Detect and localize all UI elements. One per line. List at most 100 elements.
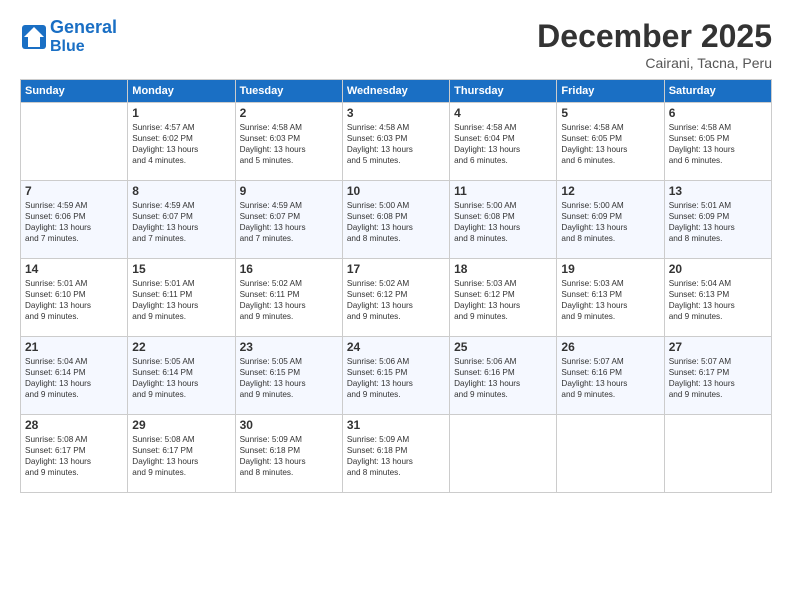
cell-info: Sunrise: 5:03 AM Sunset: 6:13 PM Dayligh…	[561, 278, 659, 322]
cell-info: Sunrise: 5:09 AM Sunset: 6:18 PM Dayligh…	[347, 434, 445, 478]
calendar-cell-week3-day2: 15Sunrise: 5:01 AM Sunset: 6:11 PM Dayli…	[128, 259, 235, 337]
cell-info: Sunrise: 5:06 AM Sunset: 6:15 PM Dayligh…	[347, 356, 445, 400]
calendar-cell-week5-day2: 29 Sunrise: 5:08 AM Sunset: 6:17 PM Dayli…	[128, 415, 235, 493]
day-number: 1	[132, 106, 230, 120]
calendar-cell-week1-day3: 2 Sunrise: 4:58 AM Sunset: 6:03 PM Daylig…	[235, 103, 342, 181]
calendar-cell-week1-day4: 3 Sunrise: 4:58 AM Sunset: 6:03 PM Daylig…	[342, 103, 449, 181]
day-number: 29	[132, 418, 230, 432]
cell-info: Sunrise: 4:58 AM Sunset: 6:05 PM Dayligh…	[669, 122, 767, 166]
cell-info: Sunrise: 5:02 AM Sunset: 6:11 PM Dayligh…	[240, 278, 338, 322]
cell-info: Sunrise: 5:00 AM Sunset: 6:09 PM Dayligh…	[561, 200, 659, 244]
calendar-cell-week4-day2: 22 Sunrise: 5:05 AM Sunset: 6:14 PM Dayli…	[128, 337, 235, 415]
calendar-cell-week3-day1: 14 Sunrise: 5:01 AM Sunset: 6:10 PM Dayli…	[21, 259, 128, 337]
calendar-cell-week1-day2: 1 Sunrise: 4:57 AM Sunset: 6:02 PM Daylig…	[128, 103, 235, 181]
cell-info: Sunrise: 5:01 AM Sunset: 6:10 PM Dayligh…	[25, 278, 123, 322]
day-number: 18	[454, 262, 552, 276]
calendar-cell-week2-day4: 10 Sunrise: 5:00 AM Sunset: 6:08 PM Dayli…	[342, 181, 449, 259]
day-number: 4	[454, 106, 552, 120]
calendar-cell-week4-day7: 27Sunrise: 5:07 AM Sunset: 6:17 PM Dayli…	[664, 337, 771, 415]
day-number: 12	[561, 184, 659, 198]
cell-info: Sunrise: 4:59 AM Sunset: 6:06 PM Dayligh…	[25, 200, 123, 244]
cell-info: Sunrise: 5:06 AM Sunset: 6:16 PM Dayligh…	[454, 356, 552, 400]
day-number: 24	[347, 340, 445, 354]
cell-info: Sunrise: 5:07 AM Sunset: 6:16 PM Dayligh…	[561, 356, 659, 400]
day-number: 8	[132, 184, 230, 198]
cell-info: Sunrise: 5:09 AM Sunset: 6:18 PM Dayligh…	[240, 434, 338, 478]
calendar-cell-week2-day7: 13 Sunrise: 5:01 AM Sunset: 6:09 PM Dayli…	[664, 181, 771, 259]
cell-info: Sunrise: 4:58 AM Sunset: 6:03 PM Dayligh…	[347, 122, 445, 166]
calendar-cell-week2-day1: 7 Sunrise: 4:59 AM Sunset: 6:06 PM Daylig…	[21, 181, 128, 259]
calendar-cell-week2-day5: 11 Sunrise: 5:00 AM Sunset: 6:08 PM Dayli…	[450, 181, 557, 259]
day-number: 31	[347, 418, 445, 432]
week-row-4: 21 Sunrise: 5:04 AM Sunset: 6:14 PM Dayli…	[21, 337, 772, 415]
calendar-cell-week5-day6	[557, 415, 664, 493]
day-number: 14	[25, 262, 123, 276]
day-number: 21	[25, 340, 123, 354]
weekday-header-monday: Monday	[128, 80, 235, 103]
day-number: 23	[240, 340, 338, 354]
calendar-cell-week5-day4: 31 Sunrise: 5:09 AM Sunset: 6:18 PM Dayli…	[342, 415, 449, 493]
day-number: 5	[561, 106, 659, 120]
calendar-cell-week3-day6: 19Sunrise: 5:03 AM Sunset: 6:13 PM Dayli…	[557, 259, 664, 337]
cell-info: Sunrise: 5:03 AM Sunset: 6:12 PM Dayligh…	[454, 278, 552, 322]
cell-info: Sunrise: 4:58 AM Sunset: 6:04 PM Dayligh…	[454, 122, 552, 166]
cell-info: Sunrise: 5:04 AM Sunset: 6:14 PM Dayligh…	[25, 356, 123, 400]
title-block: December 2025 Cairani, Tacna, Peru	[537, 18, 772, 71]
day-number: 15	[132, 262, 230, 276]
day-number: 2	[240, 106, 338, 120]
logo-text: General Blue	[50, 18, 117, 55]
day-number: 16	[240, 262, 338, 276]
calendar: SundayMondayTuesdayWednesdayThursdayFrid…	[20, 79, 772, 493]
day-number: 3	[347, 106, 445, 120]
cell-info: Sunrise: 4:58 AM Sunset: 6:03 PM Dayligh…	[240, 122, 338, 166]
week-row-2: 7 Sunrise: 4:59 AM Sunset: 6:06 PM Daylig…	[21, 181, 772, 259]
day-number: 27	[669, 340, 767, 354]
calendar-cell-week1-day7: 6Sunrise: 4:58 AM Sunset: 6:05 PM Daylig…	[664, 103, 771, 181]
calendar-cell-week2-day6: 12 Sunrise: 5:00 AM Sunset: 6:09 PM Dayli…	[557, 181, 664, 259]
month-title: December 2025	[537, 18, 772, 55]
day-number: 7	[25, 184, 123, 198]
day-number: 20	[669, 262, 767, 276]
calendar-cell-week3-day5: 18 Sunrise: 5:03 AM Sunset: 6:12 PM Dayli…	[450, 259, 557, 337]
weekday-header-saturday: Saturday	[664, 80, 771, 103]
calendar-cell-week5-day1: 28Sunrise: 5:08 AM Sunset: 6:17 PM Dayli…	[21, 415, 128, 493]
cell-info: Sunrise: 5:04 AM Sunset: 6:13 PM Dayligh…	[669, 278, 767, 322]
cell-info: Sunrise: 5:05 AM Sunset: 6:14 PM Dayligh…	[132, 356, 230, 400]
weekday-header-friday: Friday	[557, 80, 664, 103]
weekday-header-thursday: Thursday	[450, 80, 557, 103]
day-number: 10	[347, 184, 445, 198]
cell-info: Sunrise: 5:01 AM Sunset: 6:09 PM Dayligh…	[669, 200, 767, 244]
calendar-cell-week4-day5: 25 Sunrise: 5:06 AM Sunset: 6:16 PM Dayli…	[450, 337, 557, 415]
cell-info: Sunrise: 5:00 AM Sunset: 6:08 PM Dayligh…	[454, 200, 552, 244]
day-number: 11	[454, 184, 552, 198]
calendar-cell-week1-day1	[21, 103, 128, 181]
calendar-cell-week2-day3: 9 Sunrise: 4:59 AM Sunset: 6:07 PM Daylig…	[235, 181, 342, 259]
week-row-3: 14 Sunrise: 5:01 AM Sunset: 6:10 PM Dayli…	[21, 259, 772, 337]
day-number: 28	[25, 418, 123, 432]
calendar-cell-week4-day3: 23 Sunrise: 5:05 AM Sunset: 6:15 PM Dayli…	[235, 337, 342, 415]
cell-info: Sunrise: 5:08 AM Sunset: 6:17 PM Dayligh…	[132, 434, 230, 478]
day-number: 25	[454, 340, 552, 354]
calendar-cell-week3-day4: 17 Sunrise: 5:02 AM Sunset: 6:12 PM Dayli…	[342, 259, 449, 337]
cell-info: Sunrise: 4:59 AM Sunset: 6:07 PM Dayligh…	[132, 200, 230, 244]
week-row-1: 1 Sunrise: 4:57 AM Sunset: 6:02 PM Daylig…	[21, 103, 772, 181]
location-subtitle: Cairani, Tacna, Peru	[537, 55, 772, 71]
header: General Blue December 2025 Cairani, Tacn…	[20, 18, 772, 71]
day-number: 13	[669, 184, 767, 198]
page: General Blue December 2025 Cairani, Tacn…	[0, 0, 792, 612]
cell-info: Sunrise: 5:05 AM Sunset: 6:15 PM Dayligh…	[240, 356, 338, 400]
cell-info: Sunrise: 4:59 AM Sunset: 6:07 PM Dayligh…	[240, 200, 338, 244]
calendar-cell-week1-day5: 4 Sunrise: 4:58 AM Sunset: 6:04 PM Daylig…	[450, 103, 557, 181]
cell-info: Sunrise: 5:00 AM Sunset: 6:08 PM Dayligh…	[347, 200, 445, 244]
cell-info: Sunrise: 4:57 AM Sunset: 6:02 PM Dayligh…	[132, 122, 230, 166]
week-row-5: 28 Sunrise: 5:08 AM Sunset: 6:17 PM Dayli…	[21, 415, 772, 493]
day-number: 9	[240, 184, 338, 198]
calendar-cell-week4-day6: 26Sunrise: 5:07 AM Sunset: 6:16 PM Dayli…	[557, 337, 664, 415]
calendar-cell-week5-day7	[664, 415, 771, 493]
calendar-cell-week5-day5	[450, 415, 557, 493]
day-number: 17	[347, 262, 445, 276]
calendar-cell-week1-day6: 5Sunrise: 4:58 AM Sunset: 6:05 PM Daylig…	[557, 103, 664, 181]
calendar-cell-week4-day1: 21 Sunrise: 5:04 AM Sunset: 6:14 PM Dayli…	[21, 337, 128, 415]
day-number: 22	[132, 340, 230, 354]
cell-info: Sunrise: 5:02 AM Sunset: 6:12 PM Dayligh…	[347, 278, 445, 322]
